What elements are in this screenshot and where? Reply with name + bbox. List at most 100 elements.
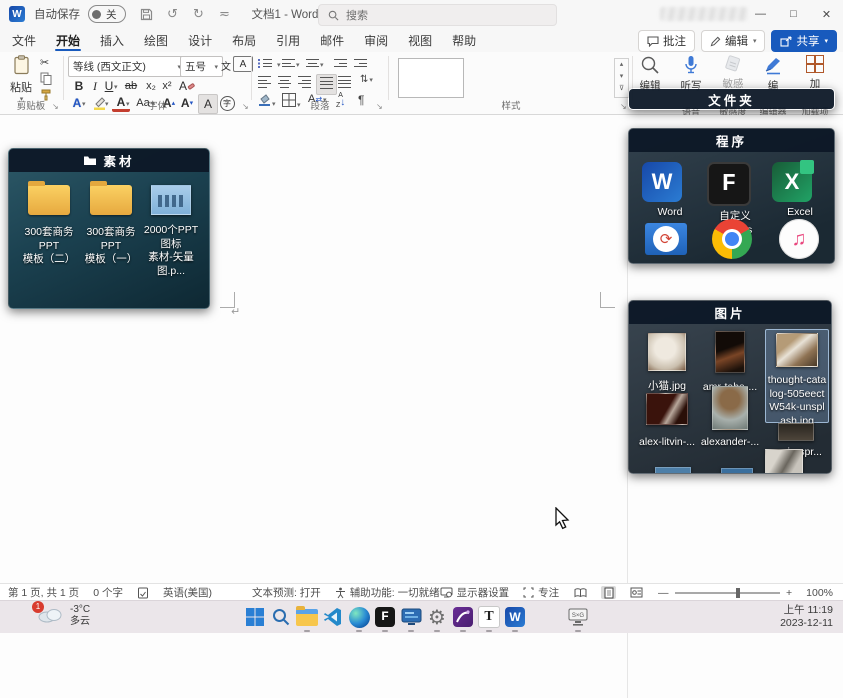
redo-icon[interactable]: ↻: [186, 2, 212, 26]
close-button[interactable]: ✕: [810, 0, 843, 28]
taskbar-search-icon[interactable]: [269, 605, 293, 629]
tab-design[interactable]: 设计: [178, 28, 222, 52]
display-settings[interactable]: 显示器设置: [440, 585, 510, 600]
purple-app-icon[interactable]: [451, 605, 475, 629]
print-layout-button[interactable]: [601, 586, 615, 599]
paste-button[interactable]: 粘贴 ▾: [6, 55, 36, 103]
tab-draw[interactable]: 绘图: [134, 28, 178, 52]
multilevel-list-button[interactable]: ▾: [306, 58, 324, 70]
fence-pictures-title[interactable]: 图片: [629, 301, 831, 324]
fences-taskbar-icon[interactable]: F: [373, 605, 397, 629]
fence-folders-title[interactable]: 文件夹: [629, 89, 834, 109]
clipboard-dialog-launcher[interactable]: ↘: [52, 102, 59, 111]
fence-item[interactable]: 2000个PPT图标 素材-矢量图.p...: [139, 185, 203, 279]
web-layout-button[interactable]: [630, 586, 644, 599]
align-center-button[interactable]: [278, 76, 291, 91]
fence-item-selected[interactable]: thought-catalog-505eectW54k-unsplash.jpg: [765, 329, 829, 423]
focus-mode[interactable]: 专注: [523, 585, 559, 600]
fence-item[interactable]: W Word: [642, 162, 698, 220]
increase-indent-button[interactable]: [354, 58, 367, 70]
fence-item[interactable]: alex-litvin-...: [637, 393, 697, 450]
sensitivity-button[interactable]: 敏感: [716, 55, 750, 91]
language-indicator[interactable]: 英语(美国): [163, 585, 212, 600]
justify-button[interactable]: [316, 74, 337, 95]
maximize-button[interactable]: □: [777, 0, 810, 28]
style-no-spacing[interactable]: [474, 58, 536, 96]
zoom-out-button[interactable]: —: [658, 587, 669, 599]
autosave-toggle[interactable]: 关: [88, 5, 126, 23]
styles-gallery-scroll[interactable]: ▴▾⊽: [614, 58, 629, 98]
tab-help[interactable]: 帮助: [442, 28, 486, 52]
fence-materials-title-bar[interactable]: 素材: [9, 149, 209, 172]
bullets-button[interactable]: ▾: [258, 58, 281, 70]
word-count[interactable]: 0 个字: [93, 585, 123, 600]
align-right-button[interactable]: [298, 76, 311, 91]
style-normal[interactable]: [398, 58, 464, 98]
photo-thumbnail-clipped[interactable]: [721, 468, 753, 474]
photo-thumbnail-clipped[interactable]: [765, 449, 803, 474]
text-prediction[interactable]: 文本预测: 打开: [252, 585, 321, 600]
chevron-down-icon[interactable]: ▾: [114, 83, 118, 91]
tab-review[interactable]: 审阅: [354, 28, 398, 52]
share-button[interactable]: 共享 ▾: [771, 30, 837, 52]
proofing-icon[interactable]: [137, 587, 149, 599]
accessibility-status[interactable]: 辅助功能: 一切就绪: [335, 585, 440, 600]
tab-view[interactable]: 视图: [398, 28, 442, 52]
decrease-indent-button[interactable]: [334, 58, 347, 70]
typora-icon[interactable]: T: [477, 605, 501, 629]
zoom-in-button[interactable]: +: [786, 587, 792, 599]
search-input[interactable]: 搜索: [318, 4, 557, 26]
read-mode-button[interactable]: [573, 586, 587, 599]
numbering-button[interactable]: ▾: [282, 58, 300, 70]
account-name-blurred[interactable]: [660, 7, 748, 21]
addins-button[interactable]: 加: [796, 55, 834, 91]
distribute-button[interactable]: [338, 76, 351, 91]
display-app-icon[interactable]: [399, 605, 423, 629]
superscript-button[interactable]: x²: [158, 77, 176, 95]
vscode-icon[interactable]: [321, 605, 345, 629]
tab-insert[interactable]: 插入: [90, 28, 134, 52]
line-spacing-button[interactable]: ⇅▾: [360, 74, 373, 85]
fence-item[interactable]: 小猫.jpg: [637, 333, 697, 394]
paragraph-dialog-launcher[interactable]: ↘: [376, 102, 383, 111]
style-heading1[interactable]: [540, 58, 610, 96]
zoom-slider[interactable]: [675, 592, 780, 594]
fence-programs-title[interactable]: 程序: [629, 129, 834, 152]
zoom-percentage[interactable]: 100%: [806, 587, 833, 599]
tab-file[interactable]: 文件: [2, 28, 46, 52]
tab-references[interactable]: 引用: [266, 28, 310, 52]
edge-icon[interactable]: [347, 605, 371, 629]
clear-formatting-button[interactable]: A: [178, 77, 196, 95]
word-taskbar-icon[interactable]: W: [503, 605, 527, 629]
fence-pictures[interactable]: 图片 小猫.jpg amr-taha-... thought-catalog-5…: [628, 300, 832, 474]
font-name-combo[interactable]: 等线 (西文正文)▾: [68, 56, 186, 77]
fence-item[interactable]: [712, 219, 752, 264]
undo-icon[interactable]: ↺: [160, 2, 186, 26]
fence-item[interactable]: alexander-...: [699, 386, 761, 450]
fence-item[interactable]: X Excel: [772, 162, 828, 220]
minimize-button[interactable]: —: [744, 0, 777, 28]
cut-button[interactable]: ✂: [40, 56, 49, 69]
fence-materials[interactable]: 素材 300套商务PPT 模板（二） 300套商务PPT 模板（一） 2000个…: [8, 148, 210, 309]
start-button[interactable]: [243, 605, 267, 629]
fence-item[interactable]: ⟳: [645, 223, 687, 260]
fence-item[interactable]: 300套商务PPT 模板（二）: [19, 185, 79, 267]
character-border-button[interactable]: A: [233, 56, 253, 72]
fence-folders[interactable]: 文件夹: [628, 88, 835, 110]
word-app-icon[interactable]: W: [9, 6, 25, 22]
align-left-button[interactable]: [258, 76, 271, 91]
settings-gear-icon[interactable]: ⚙: [425, 605, 449, 629]
tab-mailings[interactable]: 邮件: [310, 28, 354, 52]
save-icon[interactable]: [134, 2, 160, 26]
screen-capture-icon[interactable]: S×G: [566, 605, 590, 629]
editing-mode-button[interactable]: 编辑 ▾: [701, 30, 766, 52]
font-dialog-launcher[interactable]: ↘: [242, 102, 249, 111]
photo-thumbnail-clipped[interactable]: [655, 467, 691, 474]
tab-layout[interactable]: 布局: [222, 28, 266, 52]
copy-button[interactable]: [40, 72, 52, 88]
customize-toolbar-icon[interactable]: ≂: [212, 2, 238, 26]
fence-item[interactable]: ♫: [779, 219, 819, 259]
fence-item[interactable]: 300套商务PPT 模板（一）: [81, 185, 141, 267]
page-indicator[interactable]: 第 1 页, 共 1 页: [8, 585, 79, 600]
comments-button[interactable]: 批注: [638, 30, 695, 52]
